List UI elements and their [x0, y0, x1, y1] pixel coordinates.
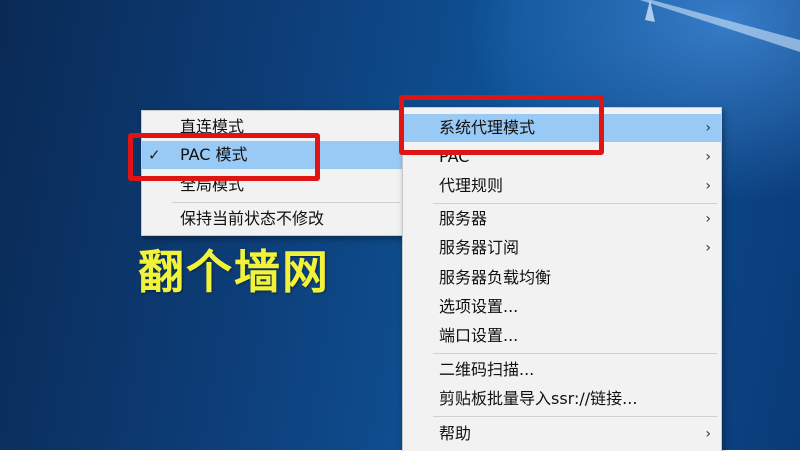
menu-separator	[172, 202, 400, 203]
menu-item-label: 剪贴板批量导入ssr://链接...	[439, 389, 638, 408]
annotation-box-system-proxy-mode	[399, 95, 604, 155]
menu-separator	[433, 353, 717, 354]
menu-item-label: 选项设置...	[439, 297, 519, 316]
menu-item-label: 服务器负载均衡	[439, 268, 552, 287]
menu-item-label: 二维码扫描...	[439, 360, 535, 379]
menu-item-keep-current[interactable]: 保持当前状态不修改	[142, 205, 404, 233]
chevron-right-icon: ›	[705, 426, 711, 442]
menu-item-label: 端口设置...	[439, 326, 519, 345]
menu-item-label: 代理规则	[439, 176, 504, 195]
menu-item-proxy-rules[interactable]: 代理规则 ›	[403, 172, 721, 200]
menu-separator	[433, 203, 717, 204]
chevron-right-icon: ›	[705, 120, 711, 136]
annotation-box-pac-mode	[128, 133, 320, 181]
menu-separator	[433, 416, 717, 417]
menu-item-options[interactable]: 选项设置...	[403, 293, 721, 321]
menu-item-help[interactable]: 帮助 ›	[403, 420, 721, 448]
chevron-right-icon: ›	[705, 178, 711, 194]
chevron-right-icon: ›	[705, 240, 711, 256]
menu-item-load-balancing[interactable]: 服务器负载均衡	[403, 264, 721, 292]
chevron-right-icon: ›	[705, 211, 711, 227]
menu-item-label: 服务器	[439, 209, 488, 228]
menu-item-server-subscription[interactable]: 服务器订阅 ›	[403, 234, 721, 262]
menu-item-label: 服务器订阅	[439, 238, 520, 257]
menu-item-servers[interactable]: 服务器 ›	[403, 205, 721, 233]
chevron-right-icon: ›	[705, 149, 711, 165]
menu-item-qr-scan[interactable]: 二维码扫描...	[403, 356, 721, 384]
tray-context-menu: 系统代理模式 › PAC › 代理规则 › 服务器 › 服务器订阅 › 服务器负…	[402, 107, 722, 451]
menu-item-port-settings[interactable]: 端口设置...	[403, 322, 721, 350]
caption-text: 翻个墙网	[138, 245, 330, 299]
menu-item-label: 保持当前状态不修改	[180, 209, 325, 228]
menu-item-label: 帮助	[439, 424, 472, 443]
menu-item-clipboard-import[interactable]: 剪贴板批量导入ssr://链接...	[403, 385, 721, 413]
